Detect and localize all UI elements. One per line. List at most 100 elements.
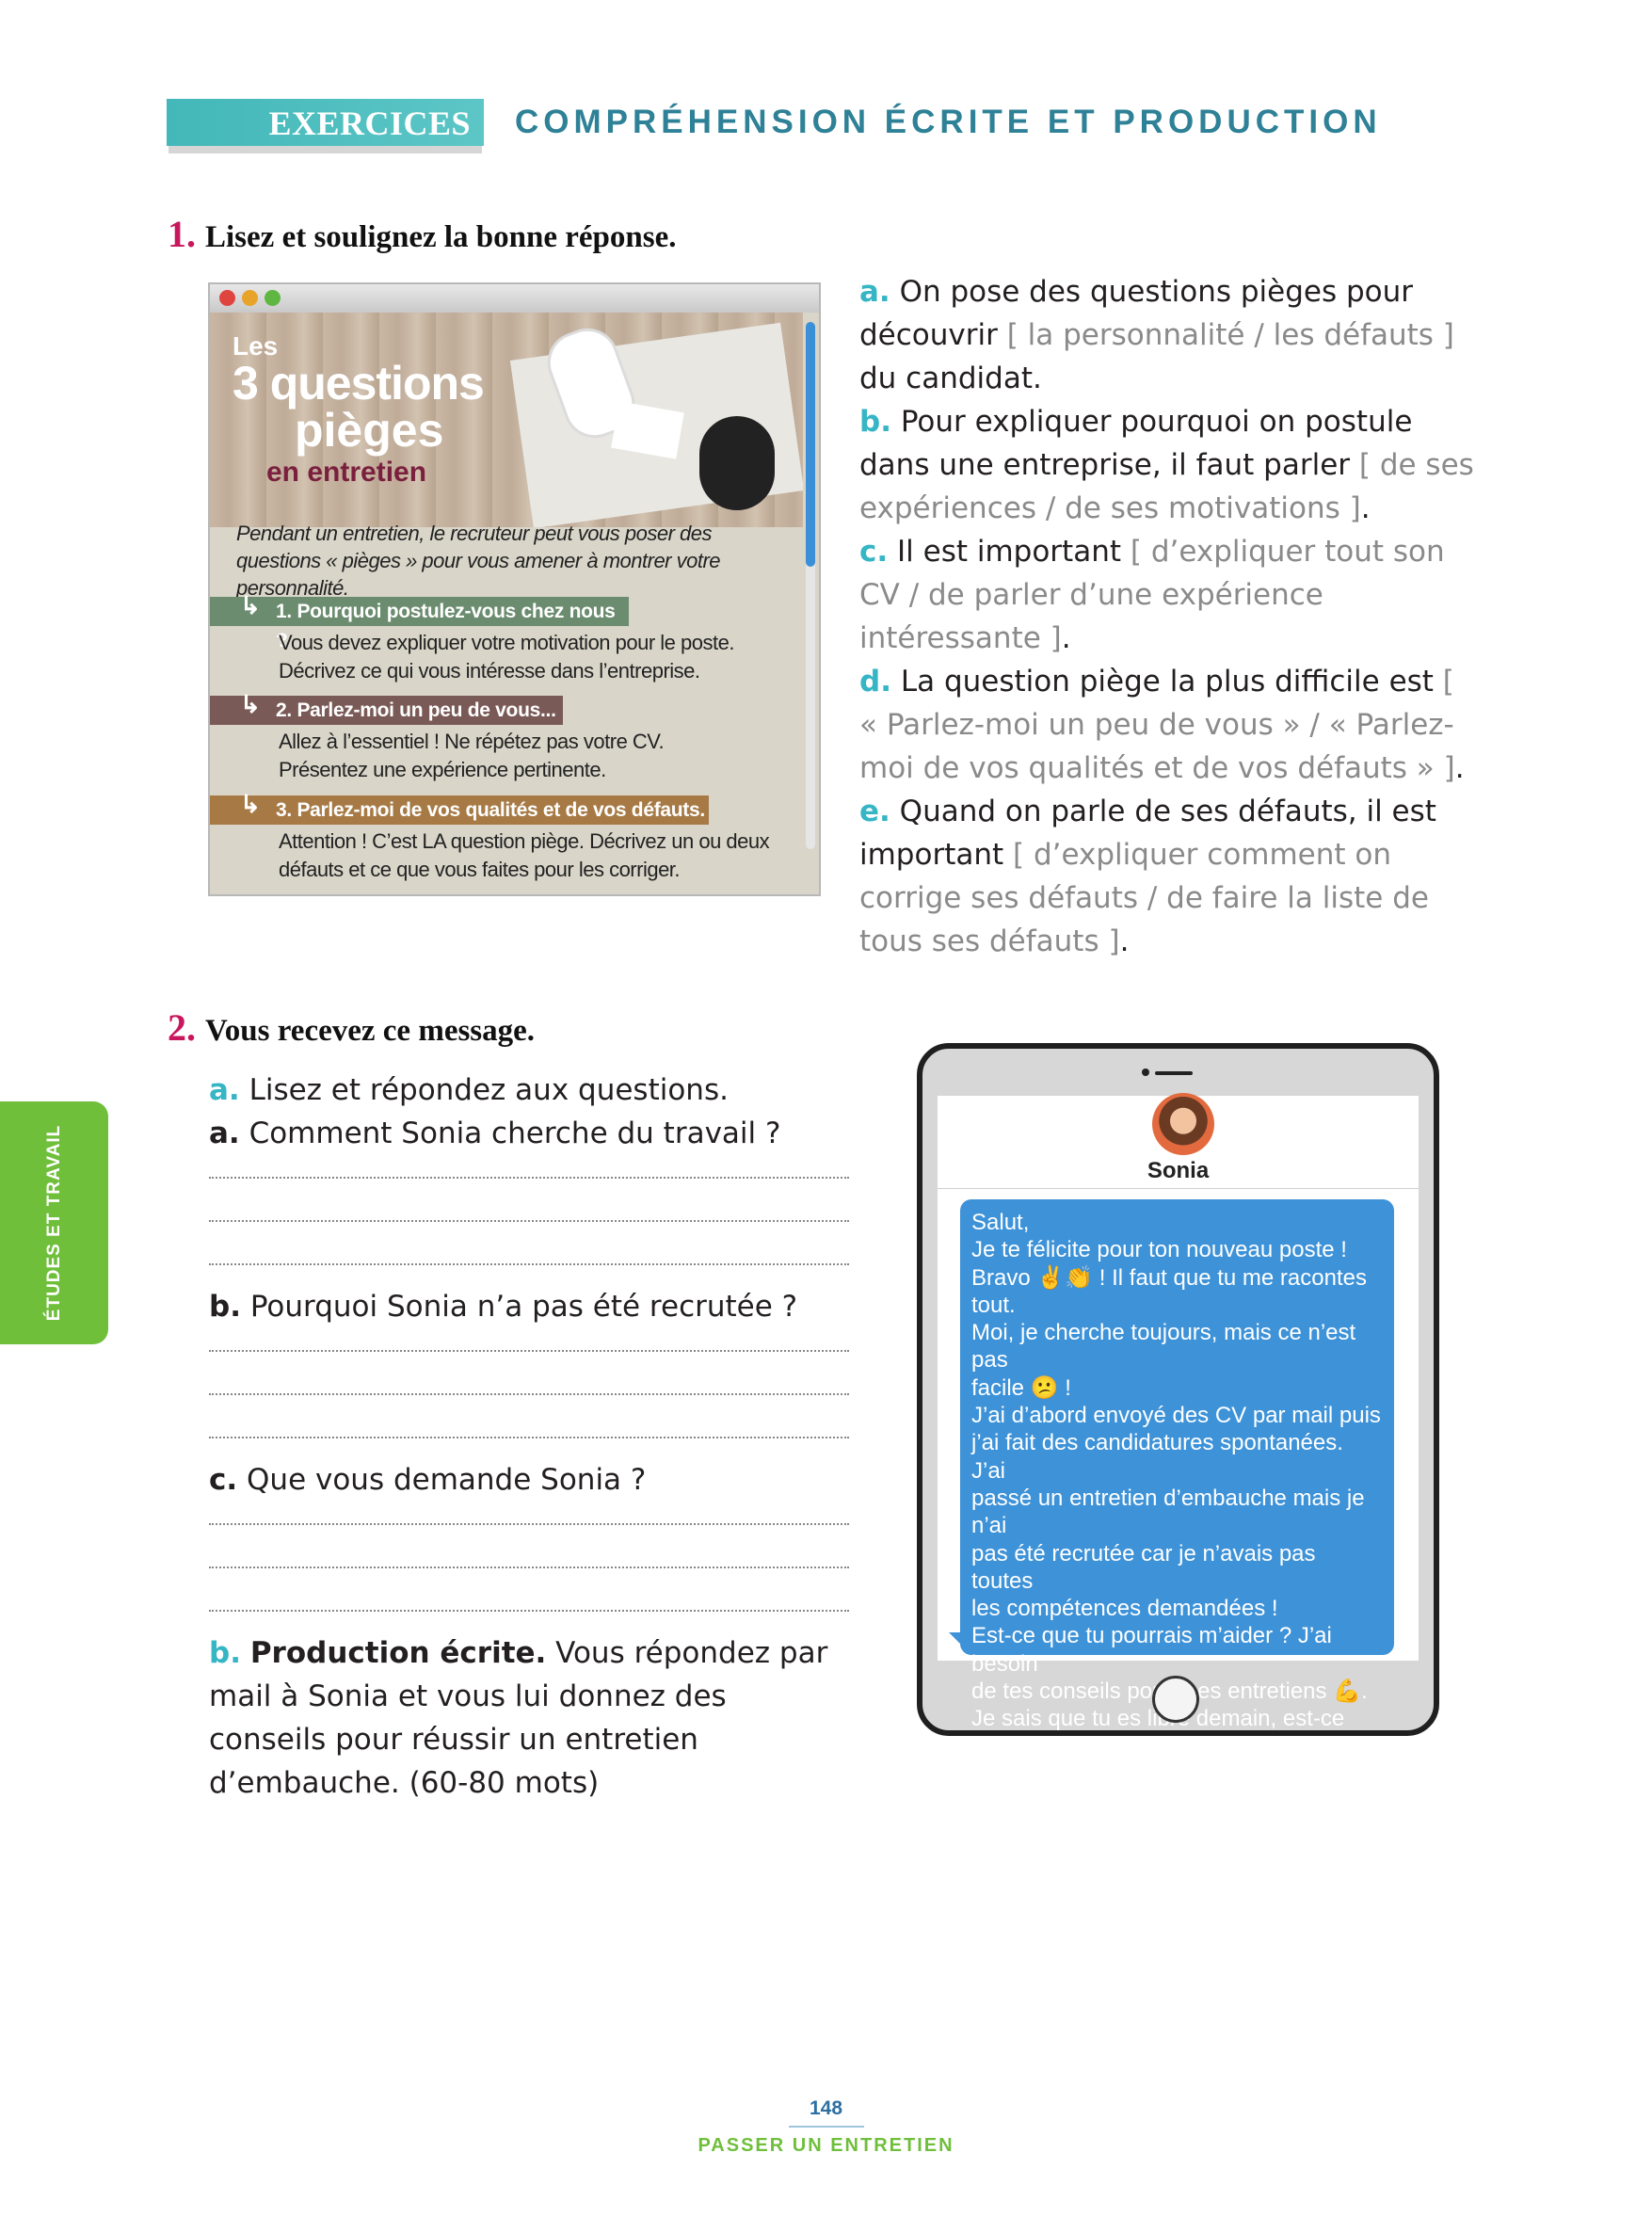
part-a-text: Lisez et répondez aux questions. xyxy=(249,1073,729,1107)
bubble-tail xyxy=(949,1632,964,1647)
article-window: Les 3 questions pièges en entretien Pend… xyxy=(208,282,821,896)
message-line: les compétences demandées ! xyxy=(971,1596,1278,1622)
article-answer-2-line-2: Présentez une expérience pertinente. xyxy=(279,758,606,781)
answer-line[interactable] xyxy=(209,1523,849,1525)
item-letter: d. xyxy=(859,665,891,699)
home-button[interactable] xyxy=(1152,1676,1199,1723)
section-title: COMPRÉHENSION ÉCRITE ET PRODUCTION xyxy=(515,104,1382,140)
message-line: j’ai fait des candidatures spontanées. J… xyxy=(971,1430,1343,1484)
article-subtitle: en entretien xyxy=(266,457,427,488)
avatar xyxy=(1152,1093,1214,1155)
message-line: Moi, je cherche toujours, mais ce n’est … xyxy=(971,1320,1356,1374)
article-answer-1-line-2: Décrivez ce qui vous intéresse dans l’en… xyxy=(279,659,700,683)
item-text: Il est important xyxy=(897,535,1131,569)
article-answer-3-line-1: Attention ! C’est LA question piège. Déc… xyxy=(279,829,770,853)
part-letter: a. xyxy=(209,1073,240,1107)
item-text-end: . xyxy=(1454,751,1465,785)
arrow-right-icon: ↳ xyxy=(240,591,261,619)
exercise-1-item-b: b. Pour expliquer pourquoi on postule da… xyxy=(859,400,1481,530)
article-question-3-label: 3. Parlez-moi de vos qualités et de vos … xyxy=(276,799,705,821)
item-text: La question piège la plus difficile est xyxy=(900,665,1443,699)
message-line: Bravo ✌👏 ! Il faut que tu me racontes xyxy=(971,1264,1367,1291)
exercise-1-number: 1. xyxy=(168,213,196,255)
item-text: Pour expliquer pourquoi on postule dans … xyxy=(859,405,1413,482)
side-tab: ÉTUDES ET TRAVAIL xyxy=(0,1101,108,1344)
item-text-end: . xyxy=(1119,924,1130,958)
exercise-2-part-a: a. Lisez et répondez aux questions. xyxy=(209,1068,868,1112)
item-letter: b. xyxy=(859,405,891,439)
exercise-2-part-b: b. Production écrite. Vous répondez par … xyxy=(209,1631,849,1805)
article-question-1: ↳ 1. Pourquoi postulez-vous chez nous ? xyxy=(210,591,629,651)
article-answer-1: Vous devez expliquer votre motivation po… xyxy=(279,629,787,685)
section-tag-label: EXERCICES xyxy=(268,104,471,142)
exercise-1-instruction: Lisez et soulignez la bonne réponse. xyxy=(205,220,677,254)
article-title-big-1: 3 questions xyxy=(233,357,485,410)
question-text: Pourquoi Sonia n’a pas été recrutée ? xyxy=(249,1290,798,1324)
scrollbar-thumb[interactable] xyxy=(806,322,815,567)
answer-line[interactable] xyxy=(209,1350,849,1352)
message-line: Je te félicite pour ton nouveau poste ! xyxy=(971,1237,1347,1263)
item-letter: c. xyxy=(859,535,889,569)
message-line: Est-ce que tu pourrais m’aider ? J’ai be… xyxy=(971,1623,1332,1677)
article-answer-2-line-1: Allez à l’essentiel ! Ne répétez pas vot… xyxy=(279,730,665,753)
page-number-underline xyxy=(789,2126,864,2128)
article-intro: Pendant un entretien, le recruteur peut … xyxy=(236,522,721,600)
exercise-1-title: 1. Lisez et soulignez la bonne réponse. xyxy=(168,212,677,256)
exercise-2-number: 2. xyxy=(168,1006,196,1049)
question-letter: a. xyxy=(209,1117,240,1150)
answer-line[interactable] xyxy=(209,1220,849,1222)
exercise-1-item-e: e. Quand on parle de ses défauts, il est… xyxy=(859,790,1481,963)
message-line: Bises, Sonia xyxy=(971,1789,1098,1815)
item-text-end: du candidat. xyxy=(859,361,1042,395)
message-bubble: Salut, Je te félicite pour ton nouveau p… xyxy=(960,1199,1394,1814)
part-letter: b. xyxy=(209,1636,241,1670)
article-answer-1-line-1: Vous devez expliquer votre motivation po… xyxy=(279,631,734,654)
window-titlebar xyxy=(210,284,819,313)
message-line: peut s’appeler dans la journée ? xyxy=(971,1760,1293,1787)
message-line: facile 😕 ! xyxy=(971,1374,1071,1401)
answer-line[interactable] xyxy=(209,1393,849,1395)
contact-name: Sonia xyxy=(1147,1158,1210,1183)
question-b: b. Pourquoi Sonia n’a pas été recrutée ? xyxy=(209,1285,868,1328)
arrow-right-icon: ↳ xyxy=(240,790,261,818)
page-number: 148 xyxy=(809,2097,843,2119)
article-answer-3: Attention ! C’est LA question piège. Déc… xyxy=(279,827,787,884)
answer-line[interactable] xyxy=(209,1566,849,1568)
article-question-2: ↳ 2. Parlez-moi un peu de vous... xyxy=(210,690,563,725)
question-letter: b. xyxy=(209,1290,241,1324)
question-c: c. Que vous demande Sonia ? xyxy=(209,1458,868,1502)
item-letter: e. xyxy=(859,795,890,828)
photo-person-right xyxy=(699,416,775,510)
message-line: pas été recrutée car je n’avais pas tout… xyxy=(971,1540,1316,1594)
item-letter: a. xyxy=(859,275,890,309)
item-options[interactable]: [ la personnalité / les défauts ] xyxy=(1007,318,1454,352)
exercise-1-item-a: a. On pose des questions pièges pour déc… xyxy=(859,270,1481,400)
article-question-2-label: 2. Parlez-moi un peu de vous... xyxy=(276,699,556,721)
close-dot-icon xyxy=(219,290,235,306)
maximize-dot-icon xyxy=(265,290,281,306)
question-letter: c. xyxy=(209,1463,238,1497)
message-line: passé un entretien d’embauche mais je n’… xyxy=(971,1485,1365,1539)
answer-line[interactable] xyxy=(209,1437,849,1438)
answer-line[interactable] xyxy=(209,1177,849,1179)
question-text: Comment Sonia cherche du travail ? xyxy=(249,1117,781,1150)
answer-line[interactable] xyxy=(209,1610,849,1612)
question-a: a. Comment Sonia cherche du travail ? xyxy=(209,1112,868,1155)
exercise-2-title: 2. Vous recevez ce message. xyxy=(168,1005,535,1050)
answer-line[interactable] xyxy=(209,1263,849,1265)
side-tab-label: ÉTUDES ET TRAVAIL xyxy=(44,1124,64,1322)
speaker-icon xyxy=(1155,1071,1193,1075)
article-title-big-2: pièges xyxy=(295,404,444,457)
article-answer-2: Allez à l’essentiel ! Ne répétez pas vot… xyxy=(279,728,787,784)
phone: Sonia Salut, Je te félicite pour ton nou… xyxy=(917,1043,1439,1814)
minimize-dot-icon xyxy=(242,290,258,306)
footer-title: PASSER UN ENTRETIEN xyxy=(698,2135,954,2156)
message-line: Salut, xyxy=(971,1210,1030,1235)
part-b-label: Production écrite. xyxy=(249,1636,547,1670)
arrow-right-icon: ↳ xyxy=(240,690,261,718)
item-text-end: . xyxy=(1360,491,1371,525)
exercise-1-items: a. On pose des questions pièges pour déc… xyxy=(859,270,1481,963)
exercise-1-item-d: d. La question piège la plus difficile e… xyxy=(859,660,1481,790)
section-tag: EXERCICES xyxy=(167,99,484,146)
divider xyxy=(938,1188,1419,1189)
